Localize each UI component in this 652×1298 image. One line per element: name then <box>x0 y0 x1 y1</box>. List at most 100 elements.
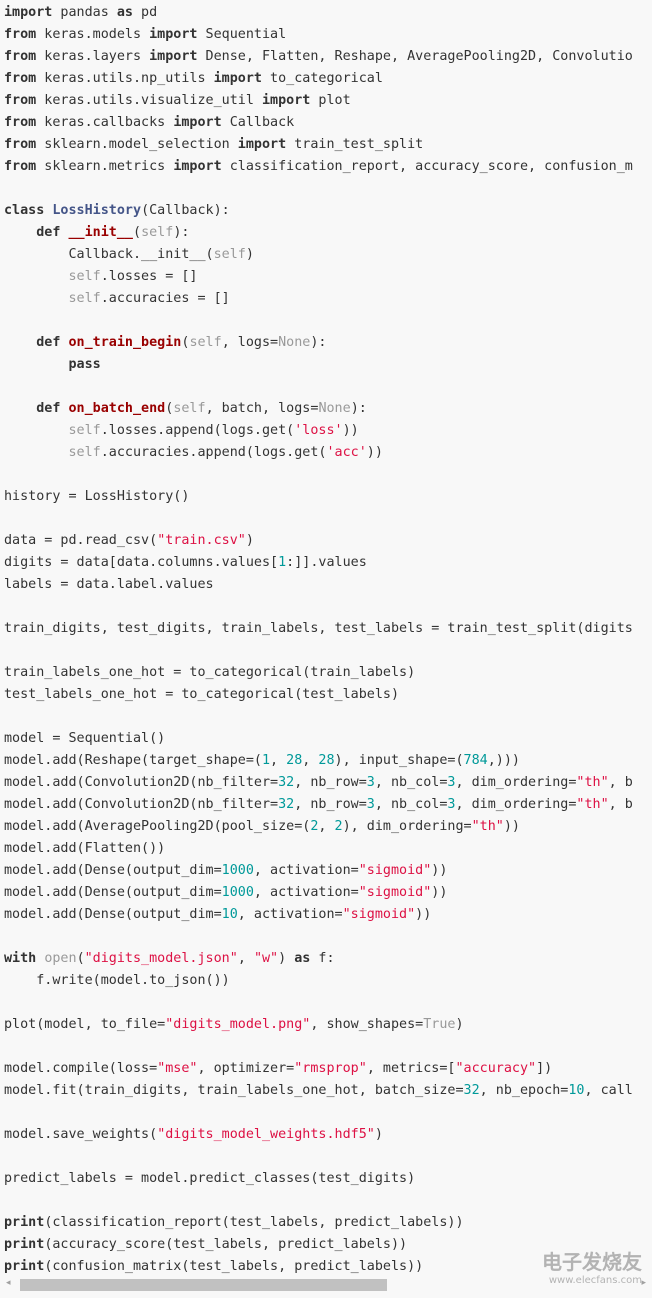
code-text: ): <box>173 225 190 240</box>
code-text: )) <box>415 907 432 922</box>
keyword: print <box>4 1259 45 1274</box>
code-line: with open("digits_model.json", "w") as f… <box>4 948 652 970</box>
watermark-title: 电子发烧友 <box>542 1250 642 1274</box>
code-text: , activation= <box>253 863 359 878</box>
code-text: , b <box>608 797 633 812</box>
keyword: as <box>116 5 133 20</box>
code-line: print(classification_report(test_labels,… <box>4 1212 652 1234</box>
code-line: plot(model, to_file="digits_model.png", … <box>4 1014 652 1036</box>
code-text: model.add(Convolution2D(nb_filter= <box>4 775 279 790</box>
keyword: from <box>4 49 37 64</box>
self-token: self <box>189 335 222 350</box>
code-line: model.fit(train_digits, train_labels_one… <box>4 1080 652 1102</box>
builtin-token: open <box>44 951 77 966</box>
keyword: import <box>173 115 222 130</box>
code-text: test_labels_one_hot = to_categorical(tes… <box>4 687 400 702</box>
code-text: pandas <box>52 5 117 20</box>
code-text: )) <box>342 423 359 438</box>
number-literal: 28 <box>286 753 303 768</box>
keyword: import <box>237 137 287 152</box>
code-line: from keras.layers import Dense, Flatten,… <box>4 46 652 68</box>
code-text: , b <box>608 775 633 790</box>
code-line: from sklearn.metrics import classificati… <box>4 156 652 178</box>
number-literal: 2 <box>334 819 343 834</box>
code-text: (classification_report(test_labels, pred… <box>44 1215 464 1230</box>
code-text: , activation= <box>253 885 359 900</box>
string-literal: "sigmoid" <box>358 885 432 900</box>
function-name: on_train_begin <box>68 335 182 350</box>
keyword: def <box>36 401 61 416</box>
code-line: self.losses.append(logs.get('loss')) <box>4 420 652 442</box>
keyword: def <box>36 335 61 350</box>
code-line: def on_batch_end(self, batch, logs=None)… <box>4 398 652 420</box>
keyword: import <box>213 71 262 86</box>
number-literal: 1000 <box>221 885 254 900</box>
code-text: , batch, logs= <box>205 401 319 416</box>
string-literal: "digits_model.png" <box>165 1017 311 1032</box>
code-content: import pandas as pd from keras.models imp… <box>0 0 652 1278</box>
function-name: on_batch_end <box>68 401 166 416</box>
scrollbar-thumb[interactable] <box>20 1279 388 1291</box>
code-text: (confusion_matrix(test_labels, predict_l… <box>44 1259 424 1274</box>
code-text: ): <box>350 401 367 416</box>
code-text: , show_shapes= <box>310 1017 424 1032</box>
code-line: from keras.utils.visualize_util import p… <box>4 90 652 112</box>
self-token: self <box>173 401 206 416</box>
code-text: train_digits, test_digits, train_labels,… <box>4 621 633 636</box>
code-text: , <box>302 753 319 768</box>
scroll-right-arrow-icon[interactable]: ▸ <box>641 1278 646 1288</box>
builtin-token: None <box>318 401 351 416</box>
keyword: as <box>294 951 311 966</box>
code-text: .accuracies.append(logs.get( <box>100 445 327 460</box>
code-text: .losses = [] <box>100 269 198 284</box>
keyword: print <box>4 1237 45 1252</box>
code-line: import pandas as pd <box>4 2 652 24</box>
code-line: f.write(model.to_json()) <box>4 970 652 992</box>
code-text: model.add(Flatten()) <box>4 841 166 856</box>
code-line: model.save_weights("digits_model_weights… <box>4 1124 652 1146</box>
number-literal: 10 <box>221 907 238 922</box>
code-text: keras.utils.visualize_util <box>36 93 262 108</box>
code-text: ) <box>374 1127 383 1142</box>
string-literal: "sigmoid" <box>358 863 432 878</box>
code-text: plot(model, to_file= <box>4 1017 166 1032</box>
code-line: train_labels_one_hot = to_categorical(tr… <box>4 662 652 684</box>
number-literal: 32 <box>278 797 295 812</box>
keyword: from <box>4 27 37 42</box>
number-literal: 1000 <box>221 863 254 878</box>
scroll-left-arrow-icon[interactable]: ◂ <box>6 1278 11 1288</box>
code-line: from keras.utils.np_utils import to_cate… <box>4 68 652 90</box>
code-text: f: <box>310 951 335 966</box>
number-literal: 3 <box>366 797 375 812</box>
string-literal: "digits_model.json" <box>84 951 238 966</box>
code-text: )) <box>366 445 383 460</box>
code-text: classification_report, accuracy_score, c… <box>221 159 633 174</box>
string-literal: 'acc' <box>326 445 367 460</box>
code-line: class LossHistory(Callback): <box>4 200 652 222</box>
code-line: model.add(Reshape(target_shape=(1, 28, 2… <box>4 750 652 772</box>
code-line: test_labels_one_hot = to_categorical(tes… <box>4 684 652 706</box>
string-literal: "mse" <box>157 1061 198 1076</box>
string-literal: "digits_model_weights.hdf5" <box>157 1127 375 1142</box>
code-line: model.add(Flatten()) <box>4 838 652 860</box>
self-token: self <box>141 225 174 240</box>
code-text: f.write(model.to_json()) <box>4 973 230 988</box>
number-literal: 10 <box>568 1083 585 1098</box>
code-text: ,))) <box>487 753 520 768</box>
string-literal: "train.csv" <box>157 533 246 548</box>
code-text: , <box>237 951 254 966</box>
code-line: def __init__(self): <box>4 222 652 244</box>
code-text: keras.layers <box>36 49 150 64</box>
code-text: model = Sequential() <box>4 731 166 746</box>
code-text: model.add(Convolution2D(nb_filter= <box>4 797 279 812</box>
code-text: , nb_col= <box>374 797 448 812</box>
watermark-logo: 电子发烧友 www.elecfans.com <box>542 1250 642 1288</box>
